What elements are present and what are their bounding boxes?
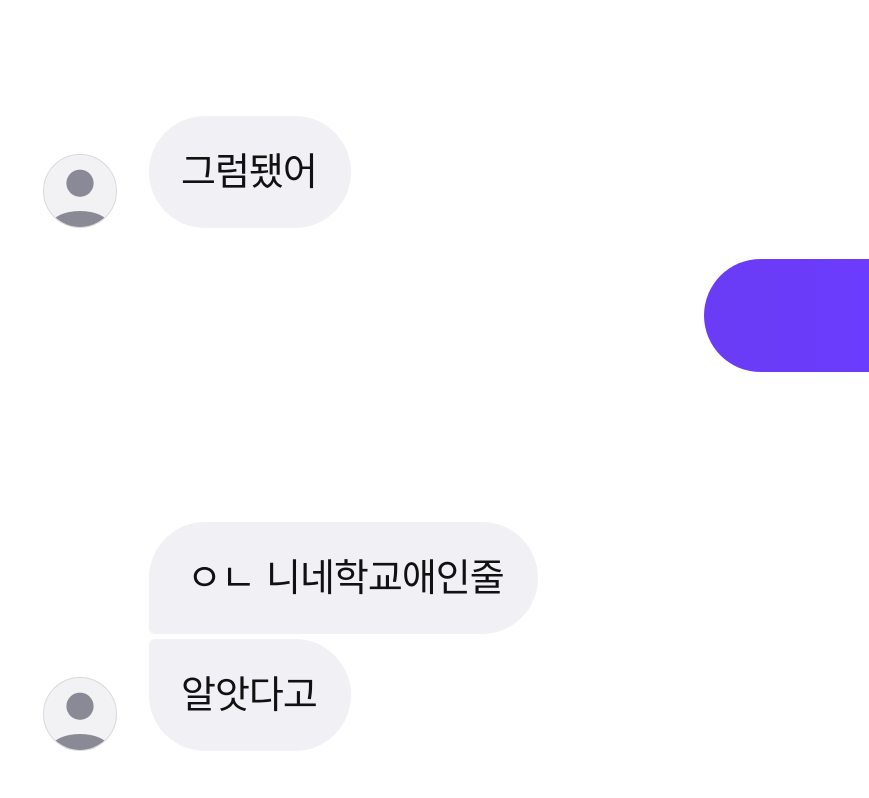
message-text: 그럼됐어 [181, 150, 318, 194]
default-user-avatar-icon [49, 169, 111, 227]
default-user-avatar-icon [49, 692, 111, 750]
incoming-message-bubble[interactable]: 알앗다고 [149, 639, 351, 751]
incoming-message-bubble[interactable]: 그럼됐어 [149, 116, 351, 228]
user-avatar-icon[interactable] [43, 677, 117, 751]
message-text: ㅇㄴ 니네학교애인줄 [187, 556, 505, 600]
incoming-message-bubble[interactable]: ㅇㄴ 니네학교애인줄 [149, 522, 538, 634]
message-text: 알앗다고 [181, 673, 318, 717]
outgoing-message-bubble[interactable] [704, 259, 869, 372]
chat-thread: 그럼됐어 ㅇㄴ 니네학교애인줄 알앗다고 [0, 0, 869, 798]
user-avatar-icon[interactable] [43, 154, 117, 228]
